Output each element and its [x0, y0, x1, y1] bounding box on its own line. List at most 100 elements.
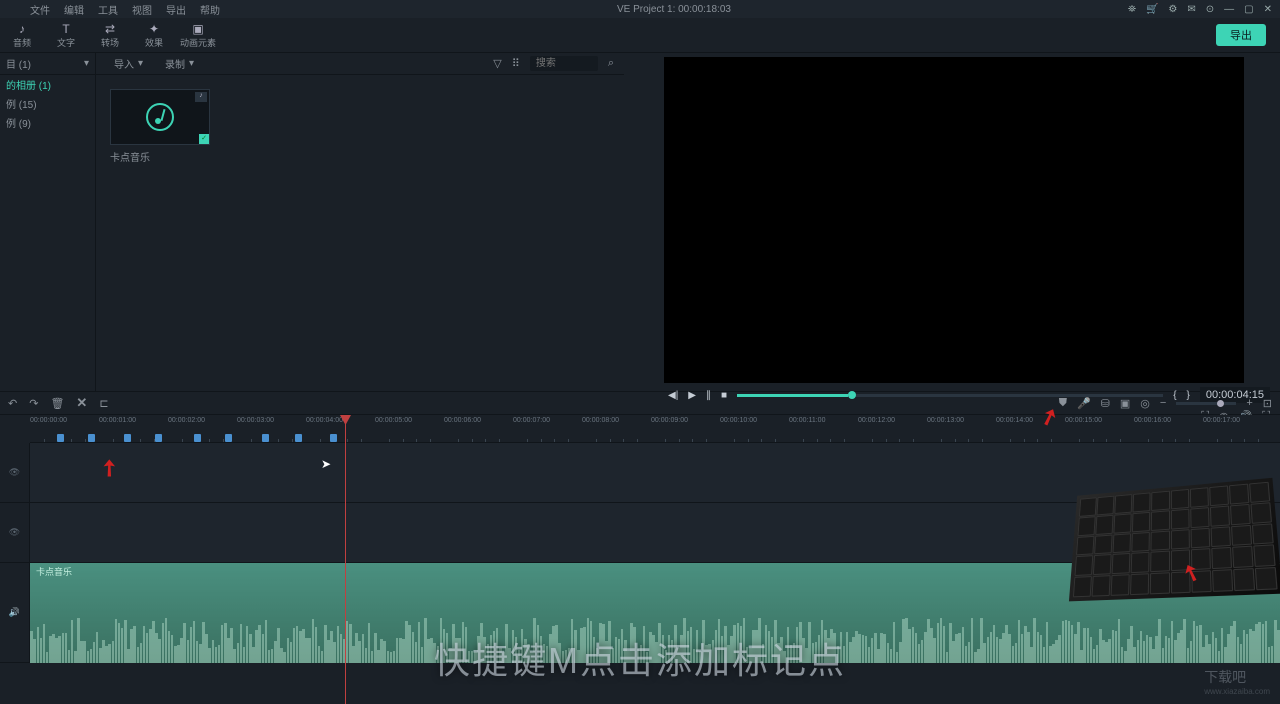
subtitle-text: 快捷键M点击添加标记点 [434, 632, 846, 684]
zoom-in-icon[interactable]: + [1246, 397, 1252, 409]
maximize-icon[interactable]: ▢ [1244, 4, 1253, 15]
timeline-marker[interactable] [124, 434, 131, 442]
tab-audio[interactable]: ♪ 音频 [0, 18, 44, 53]
record-dropdown[interactable]: 录制▾ [157, 56, 202, 71]
preview-screen[interactable] [664, 57, 1244, 383]
split-icon[interactable]: ⊏ [99, 397, 108, 410]
zoom-fit-icon[interactable]: ⊡ [1263, 397, 1272, 410]
mixer-icon[interactable]: ⛁ [1101, 397, 1110, 410]
check-icon: ✓ [199, 134, 209, 144]
window-controls: ⛯ 🛒 ⚙ ✉ ⊙ — ▢ ✕ [1128, 4, 1280, 15]
menu-export[interactable]: 导出 [166, 2, 186, 17]
sidebar-item-sample1[interactable]: 例 (15) [0, 94, 95, 113]
timeline-tick: 00:00:02:00 [168, 417, 205, 424]
timeline-marker[interactable] [330, 434, 337, 442]
cart-icon[interactable]: 🛒 [1146, 4, 1158, 15]
play-button[interactable]: ▶ [688, 390, 696, 401]
search-input[interactable] [530, 56, 598, 71]
zoom-out-icon[interactable]: − [1160, 397, 1166, 409]
timeline-tick: 00:00:10:00 [720, 417, 757, 424]
timeline-tick: 00:00:11:00 [789, 417, 825, 424]
tab-text[interactable]: T 文字 [44, 18, 88, 53]
keyboard-overlay [1069, 478, 1280, 602]
elements-icon: ▣ [192, 22, 203, 36]
media-item-audio[interactable]: ♪ ✓ 卡点音乐 [110, 89, 210, 164]
search-icon[interactable]: ⌕ [608, 57, 614, 70]
track-head-icon[interactable]: 👁 [0, 503, 30, 562]
tab-transition[interactable]: ⇄ 转场 [88, 18, 132, 53]
cut-icon[interactable]: ✕ [76, 395, 87, 411]
timeline-marker[interactable] [262, 434, 269, 442]
menu-edit[interactable]: 编辑 [64, 2, 84, 17]
timeline-tick: 00:00:16:00 [1134, 417, 1171, 424]
menu-bar: 文件 编辑 工具 视图 导出 帮助 [0, 2, 220, 17]
export-button[interactable]: 导出 [1216, 24, 1266, 46]
timeline-ruler[interactable]: 00:00:00:0000:00:01:0000:00:02:0000:00:0… [30, 415, 1280, 443]
timeline-tick: 00:00:04:00 [306, 417, 343, 424]
main-area: 目 (1)▾ 的相册 (1) 例 (15) 例 (9) 导入▾ 录制▾ ▽ ⠿ … [0, 53, 1280, 391]
tab-effects[interactable]: ✦ 效果 [132, 18, 176, 53]
timeline-marker[interactable] [88, 434, 95, 442]
stop-button[interactable]: ■ [721, 390, 727, 401]
sidebar-selector[interactable]: 目 (1)▾ [0, 53, 95, 75]
mail-icon[interactable]: ✉ [1187, 4, 1195, 15]
playhead[interactable] [345, 415, 346, 704]
tab-audio-label: 音频 [13, 36, 31, 49]
media-item-name: 卡点音乐 [110, 149, 210, 164]
menu-view[interactable]: 视图 [132, 2, 152, 17]
audio-badge-icon: ♪ [195, 92, 207, 102]
filter-icon[interactable]: ▽ [493, 57, 501, 70]
tab-elements[interactable]: ▣ 动画元素 [176, 18, 220, 53]
sidebar-item-album[interactable]: 的相册 (1) [0, 75, 95, 94]
timeline-tick: 00:00:05:00 [375, 417, 412, 424]
timeline-marker[interactable] [155, 434, 162, 442]
tab-elements-label: 动画元素 [180, 36, 216, 49]
preview-progress[interactable] [737, 394, 1163, 397]
delete-icon[interactable]: 🗑 [50, 397, 64, 410]
mic-icon[interactable]: 🎤 [1077, 397, 1091, 410]
menu-tools[interactable]: 工具 [98, 2, 118, 17]
timeline-marker[interactable] [295, 434, 302, 442]
effects-icon: ✦ [149, 22, 159, 36]
track-head-icon[interactable]: 👁 [0, 443, 30, 502]
tool-tabs: ♪ 音频 T 文字 ⇄ 转场 ✦ 效果 ▣ 动画元素 导出 [0, 18, 1280, 53]
minimize-icon[interactable]: — [1224, 4, 1234, 15]
media-panel: 导入▾ 录制▾ ▽ ⠿ ⌕ ♪ ✓ 卡点音乐 [96, 53, 624, 391]
bell-icon[interactable]: ⊙ [1206, 4, 1214, 15]
media-toolbar: 导入▾ 录制▾ ▽ ⠿ ⌕ [96, 53, 624, 75]
grid-icon[interactable]: ⠿ [512, 57, 520, 70]
zoom-slider[interactable] [1176, 402, 1236, 405]
user-icon[interactable]: ⛯ [1128, 4, 1136, 15]
render-icon[interactable]: ◎ [1140, 397, 1150, 410]
tab-effects-label: 效果 [145, 36, 163, 49]
crop-icon[interactable]: ▣ [1120, 397, 1130, 410]
settings-icon[interactable]: ⚙ [1168, 4, 1177, 15]
timeline-tick: 00:00:17:00 [1203, 417, 1240, 424]
music-icon [146, 103, 174, 131]
prev-frame-button[interactable]: ◀| [668, 390, 678, 401]
sidebar-item-sample2[interactable]: 例 (9) [0, 113, 95, 132]
chevron-down-icon: ▾ [84, 58, 89, 69]
preview-panel: ◀| ▶ ∥ ■ { } 00:00:04:15 ⛶ ◉ 🔊 ⛶ [624, 53, 1280, 391]
timeline-tick: 00:00:01:00 [99, 417, 136, 424]
timeline-marker[interactable] [57, 434, 64, 442]
track-mute-icon[interactable]: 🔊 [0, 563, 30, 662]
timeline-marker[interactable] [194, 434, 201, 442]
redo-icon[interactable]: ↷ [29, 397, 38, 410]
progress-knob[interactable] [848, 391, 856, 399]
menu-help[interactable]: 帮助 [200, 2, 220, 17]
close-icon[interactable]: ✕ [1264, 4, 1272, 15]
pause-button[interactable]: ∥ [706, 390, 711, 401]
window-title: VE Project 1: 00:00:18:03 [220, 4, 1128, 15]
audio-clip-name: 卡点音乐 [36, 565, 72, 578]
undo-icon[interactable]: ↶ [8, 397, 17, 410]
menu-file[interactable]: 文件 [30, 2, 50, 17]
timeline-tick: 00:00:12:00 [858, 417, 895, 424]
shield-icon[interactable]: ⛊ [1059, 397, 1067, 410]
timeline-tick: 00:00:08:00 [582, 417, 619, 424]
timeline-tick: 00:00:03:00 [237, 417, 274, 424]
tab-transition-label: 转场 [101, 36, 119, 49]
import-dropdown[interactable]: 导入▾ [106, 56, 151, 71]
media-thumbnails: ♪ ✓ 卡点音乐 [96, 75, 624, 180]
timeline-marker[interactable] [225, 434, 232, 442]
